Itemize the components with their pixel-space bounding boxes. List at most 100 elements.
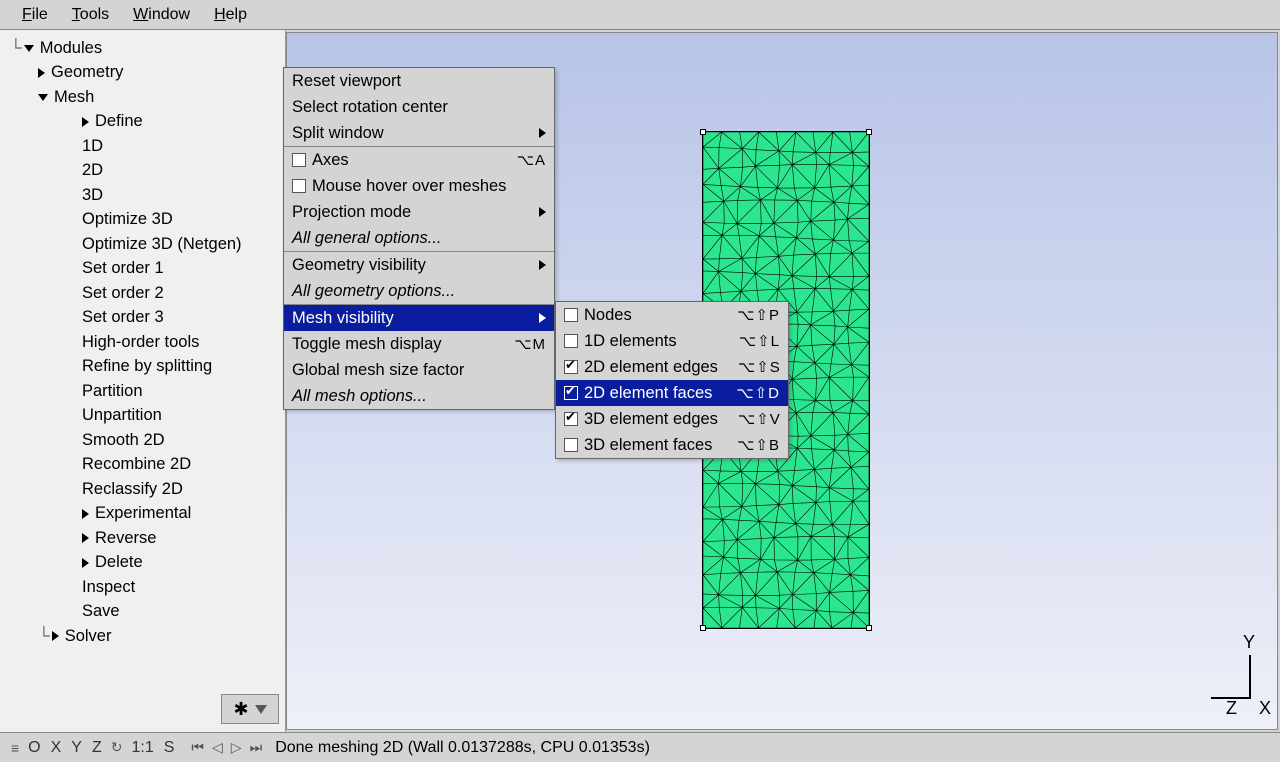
chevron-right-icon: [82, 509, 89, 519]
tree-item-smooth-2d[interactable]: Smooth 2D: [10, 428, 285, 453]
handle-tr[interactable]: [866, 129, 872, 135]
tree-item-set-order-3[interactable]: Set order 3: [10, 306, 285, 331]
tree-item-unpartition[interactable]: Unpartition: [10, 404, 285, 429]
chevron-right-icon: [82, 558, 89, 568]
tree-item-1d[interactable]: 1D: [10, 134, 285, 159]
context-submenu-mesh-visibility: Nodes⌥⇧P1D elements⌥⇧L2D element edges⌥⇧…: [555, 301, 789, 459]
chevron-down-icon: [24, 45, 34, 52]
context-menu-main: Reset viewport Select rotation center Sp…: [283, 67, 555, 410]
ctx-1d-elements[interactable]: 1D elements⌥⇧L: [556, 328, 788, 354]
submenu-arrow-icon: [539, 260, 546, 270]
sb-Z[interactable]: Z: [88, 739, 106, 757]
tree-item-save[interactable]: Save: [10, 600, 285, 625]
ctx-mesh-visibility[interactable]: Mesh visibility: [284, 305, 554, 331]
tree-item-set-order-1[interactable]: Set order 1: [10, 257, 285, 282]
handle-tl[interactable]: [700, 129, 706, 135]
ctx-projection-mode[interactable]: Projection mode: [284, 199, 554, 225]
sb-X[interactable]: X: [47, 739, 66, 757]
tree-item-high-order-tools[interactable]: High-order tools: [10, 330, 285, 355]
ctx-split-window[interactable]: Split window: [284, 120, 554, 146]
play-icon[interactable]: ▷: [228, 739, 245, 756]
tree-item-experimental[interactable]: Experimental: [10, 502, 285, 527]
axis-x-label: X: [1259, 698, 1271, 719]
step-fwd-icon[interactable]: ⏭: [247, 739, 266, 756]
tree-item-refine-by-splitting[interactable]: Refine by splitting: [10, 355, 285, 380]
checkbox-icon: [564, 438, 578, 452]
checkbox-icon: [564, 308, 578, 322]
checkbox-icon: [292, 179, 306, 193]
chevron-down-icon: [38, 94, 48, 101]
tree-item-reverse[interactable]: Reverse: [10, 526, 285, 551]
tree-item-3d[interactable]: 3D: [10, 183, 285, 208]
submenu-arrow-icon: [539, 313, 546, 323]
ctx-all-general-options[interactable]: All general options...: [284, 225, 554, 251]
tree-item-delete[interactable]: Delete: [10, 551, 285, 576]
hamburger-icon[interactable]: ≡: [8, 740, 22, 756]
module-tree: └ Modules Geometry Mesh Define1D2D3DOpti…: [0, 30, 285, 649]
ctx-toggle-mesh-display[interactable]: Toggle mesh display⌥M: [284, 331, 554, 357]
checkbox-icon: [564, 412, 578, 426]
tree-item-reclassify-2d[interactable]: Reclassify 2D: [10, 477, 285, 502]
dropdown-icon: [255, 705, 267, 714]
sb-O[interactable]: O: [24, 739, 44, 757]
tree-item-define[interactable]: Define: [10, 110, 285, 135]
ctx-3d-element-edges[interactable]: 3D element edges⌥⇧V: [556, 406, 788, 432]
axis-y-label: Y: [1243, 632, 1255, 653]
sidebar-footer: ✱: [221, 694, 279, 724]
chevron-right-icon: [38, 68, 45, 78]
tree-item-inspect[interactable]: Inspect: [10, 575, 285, 600]
tree-item-partition[interactable]: Partition: [10, 379, 285, 404]
ctx-all-mesh-options[interactable]: All mesh options...: [284, 383, 554, 409]
axis-y-arm: [1249, 655, 1251, 699]
submenu-arrow-icon: [539, 207, 546, 217]
rewind-icon[interactable]: ⏮: [188, 739, 207, 756]
sb-Y[interactable]: Y: [67, 739, 86, 757]
checkbox-icon: [564, 334, 578, 348]
ctx-reset-viewport[interactable]: Reset viewport: [284, 68, 554, 94]
sb-ratio[interactable]: 1:1: [127, 739, 157, 757]
viewport[interactable]: Y Z X Reset viewport Select rotation cen…: [286, 32, 1278, 730]
ctx-3d-element-faces[interactable]: 3D element faces⌥⇧B: [556, 432, 788, 458]
menubar: File Tools Window Help: [0, 0, 1280, 30]
ctx-geometry-visibility[interactable]: Geometry visibility: [284, 252, 554, 278]
main-area: └ Modules Geometry Mesh Define1D2D3DOpti…: [0, 30, 1280, 732]
ctx-axes[interactable]: Axes⌥A: [284, 147, 554, 173]
gear-icon: ✱: [233, 699, 248, 720]
ctx-mouse-hover[interactable]: Mouse hover over meshes: [284, 173, 554, 199]
tree-geometry[interactable]: Geometry: [10, 61, 285, 86]
tree-item-optimize-3d[interactable]: Optimize 3D: [10, 208, 285, 233]
chevron-right-icon: [82, 117, 89, 127]
menu-window[interactable]: Window: [121, 2, 202, 28]
checkbox-icon: [564, 386, 578, 400]
statusbar: ≡ O X Y Z ↻ 1:1 S ⏮ ◁ ▷ ⏭ Done meshing 2…: [0, 732, 1280, 762]
tree-item-optimize-3d-netgen-[interactable]: Optimize 3D (Netgen): [10, 232, 285, 257]
checkbox-icon: [564, 360, 578, 374]
status-message: Done meshing 2D (Wall 0.0137288s, CPU 0.…: [275, 739, 650, 757]
tree-solver[interactable]: └ Solver: [10, 624, 285, 649]
chevron-right-icon: [52, 631, 59, 641]
tree-modules[interactable]: └ Modules: [10, 36, 285, 61]
checkbox-icon: [292, 153, 306, 167]
submenu-arrow-icon: [539, 128, 546, 138]
tree-mesh[interactable]: Mesh: [10, 85, 285, 110]
rotate-icon[interactable]: ↻: [108, 739, 126, 756]
menu-file[interactable]: File: [10, 2, 60, 28]
menu-help[interactable]: Help: [202, 2, 259, 28]
settings-button[interactable]: ✱: [221, 694, 279, 724]
chevron-right-icon: [82, 533, 89, 543]
tree-item-2d[interactable]: 2D: [10, 159, 285, 184]
ctx-global-mesh-size[interactable]: Global mesh size factor: [284, 357, 554, 383]
handle-bl[interactable]: [700, 625, 706, 631]
ctx-nodes[interactable]: Nodes⌥⇧P: [556, 302, 788, 328]
tree-item-set-order-2[interactable]: Set order 2: [10, 281, 285, 306]
tree-item-recombine-2d[interactable]: Recombine 2D: [10, 453, 285, 478]
menu-tools[interactable]: Tools: [60, 2, 121, 28]
sidebar: └ Modules Geometry Mesh Define1D2D3DOpti…: [0, 30, 286, 732]
ctx-2d-element-faces[interactable]: 2D element faces⌥⇧D: [556, 380, 788, 406]
ctx-select-rotation-center[interactable]: Select rotation center: [284, 94, 554, 120]
handle-br[interactable]: [866, 625, 872, 631]
sb-mode[interactable]: S: [160, 739, 179, 757]
step-back-icon[interactable]: ◁: [209, 739, 226, 756]
ctx-2d-element-edges[interactable]: 2D element edges⌥⇧S: [556, 354, 788, 380]
ctx-all-geometry-options[interactable]: All geometry options...: [284, 278, 554, 304]
